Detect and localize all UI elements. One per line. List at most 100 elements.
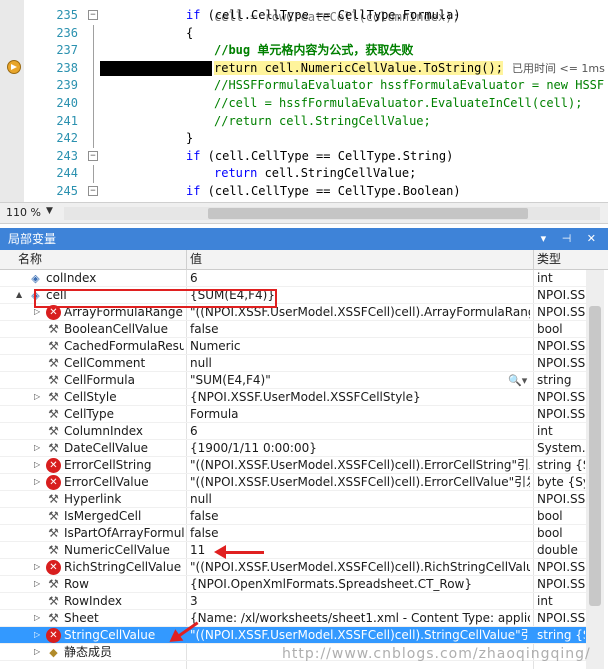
variable-value[interactable]: "((NPOI.XSSF.UserModel.XSSFCell)cell).Er… xyxy=(190,474,530,491)
variable-value[interactable]: null xyxy=(190,355,530,372)
expand-arrow-icon[interactable]: ▷ xyxy=(34,579,42,589)
variable-value[interactable]: "((NPOI.XSSF.UserModel.XSSFCell)cell).St… xyxy=(190,627,530,644)
watermark: http://www.cnblogs.com/zhaoqingqing/ xyxy=(282,646,591,662)
locals-row[interactable]: ▷ ✕ ErrorCellString "((NPOI.XSSF.UserModel.… xyxy=(0,457,586,474)
locals-row[interactable]: ▷ ⚒ CellStyle {NPOI.XSSF.UserModel.XSSFCell… xyxy=(0,389,586,406)
variable-value[interactable]: {NPOI.XSSF.UserModel.XSSFCellStyle} xyxy=(190,389,530,406)
code-line[interactable]: 243− if (cell.CellType == CellType.String… xyxy=(0,148,608,166)
zoom-level[interactable]: 110 % xyxy=(6,206,41,219)
variable-value[interactable]: Formula xyxy=(190,406,530,423)
variable-type: int xyxy=(537,424,553,438)
variable-value[interactable]: "SUM(E4,F4)" xyxy=(190,372,530,389)
variable-name: CellFormula xyxy=(64,373,135,387)
code-line[interactable]: 245− if (cell.CellType == CellType.Boolea… xyxy=(0,183,608,201)
locals-row[interactable]: ▷ ⚒ Sheet {Name: /xl/worksheets/sheet1.xml … xyxy=(0,610,586,627)
locals-titlebar[interactable]: 局部变量 ▾ ⊣ ✕ xyxy=(0,228,608,250)
locals-row[interactable]: ⚒ ColumnIndex 6 int xyxy=(0,423,586,440)
code-line[interactable]: 244 return cell.StringCellValue; xyxy=(0,165,608,184)
expand-arrow-icon[interactable]: ▷ xyxy=(34,562,42,572)
variable-value[interactable]: "((NPOI.XSSF.UserModel.XSSFCell)cell).Er… xyxy=(190,457,530,474)
text-visualizer-icon[interactable]: 🔍▾ xyxy=(508,372,527,389)
expand-arrow-icon[interactable]: ▷ xyxy=(34,613,42,623)
column-divider[interactable] xyxy=(186,250,187,270)
locals-row[interactable]: ▷ ✕ RichStringCellValue "((NPOI.XSSF.UserMo… xyxy=(0,559,586,576)
code-line[interactable]: 242} xyxy=(0,130,608,149)
expand-arrow-icon[interactable]: ▷ xyxy=(34,630,42,640)
variable-value[interactable]: 3 xyxy=(190,593,530,610)
locals-row[interactable]: ⚒ RowIndex 3 int xyxy=(0,593,586,610)
locals-column-header: 名称 值 类型 xyxy=(0,250,608,270)
outline-collapse-icon[interactable]: − xyxy=(88,186,98,196)
variable-value[interactable]: null xyxy=(190,491,530,508)
property-icon: ⚒ xyxy=(48,577,59,591)
locals-row[interactable]: ⚒ BooleanCellValue false bool xyxy=(0,321,586,338)
variable-name: CellStyle xyxy=(64,390,117,404)
expand-arrow-icon[interactable]: ▷ xyxy=(34,392,42,402)
window-buttons[interactable]: ▾ ⊣ ✕ xyxy=(541,228,602,250)
collapse-arrow-icon[interactable]: ▲ xyxy=(16,290,24,300)
locals-row[interactable]: ⚒ CellFormula "SUM(E4,F4)" 🔍▾ string xyxy=(0,372,586,389)
code-line[interactable]: 238 return cell.NumericCellValue.ToString… xyxy=(0,59,608,78)
variable-name: ErrorCellValue xyxy=(64,475,149,489)
zoom-dropdown-icon[interactable]: ▼ xyxy=(46,206,53,216)
variable-value[interactable]: {Name: /xl/worksheets/sheet1.xml - Conte… xyxy=(190,610,530,627)
column-header-type[interactable]: 类型 xyxy=(537,250,561,269)
property-icon: ⚒ xyxy=(48,322,59,336)
variable-value[interactable]: "((NPOI.XSSF.UserModel.XSSFCell)cell).Ri… xyxy=(190,559,530,576)
outline-collapse-icon[interactable]: − xyxy=(88,10,98,20)
expand-arrow-icon[interactable]: ▷ xyxy=(34,477,42,487)
variable-value[interactable]: false xyxy=(190,321,530,338)
code-line[interactable]: 237 //bug 单元格内容为公式，获取失败 xyxy=(0,42,608,61)
locals-row[interactable]: ◈ colIndex 6 int xyxy=(0,270,586,287)
locals-row[interactable]: ▷ ⚒ Row {NPOI.OpenXmlFormats.Spreadsheet.CT… xyxy=(0,576,586,593)
expand-arrow-icon[interactable]: ▷ xyxy=(34,647,42,657)
variable-name: colIndex xyxy=(46,271,97,285)
locals-row[interactable]: ▷ ✕ StringCellValue "((NPOI.XSSF.UserModel.… xyxy=(0,627,586,644)
horizontal-scroll-thumb[interactable] xyxy=(208,208,528,219)
variable-value[interactable]: 6 xyxy=(190,270,530,287)
code-line[interactable]: 236 { xyxy=(0,24,608,43)
expand-arrow-icon[interactable]: ▷ xyxy=(34,443,42,453)
column-header-value[interactable]: 值 xyxy=(190,250,202,269)
line-number: 239 xyxy=(56,78,78,93)
expand-arrow-icon[interactable]: ▷ xyxy=(34,307,42,317)
outline-guide xyxy=(93,165,94,184)
outline-guide xyxy=(93,112,94,131)
expand-arrow-icon[interactable]: ▷ xyxy=(34,460,42,470)
variable-value[interactable]: {1900/1/11 0:00:00} xyxy=(190,440,530,457)
locals-row[interactable]: ⚒ CellType Formula NPOI.SS. xyxy=(0,406,586,423)
vertical-scrollbar[interactable] xyxy=(586,270,604,669)
variable-type: bool xyxy=(537,322,563,336)
column-header-name[interactable]: 名称 xyxy=(18,250,42,269)
locals-row[interactable]: ▷ ⚒ DateCellValue {1900/1/11 0:00:00} System… xyxy=(0,440,586,457)
locals-row[interactable]: ⚒ NumericCellValue 11 double xyxy=(0,542,586,559)
locals-row[interactable]: ⚒ CellComment null NPOI.SS. xyxy=(0,355,586,372)
locals-row[interactable]: ⚒ Hyperlink null NPOI.SS. xyxy=(0,491,586,508)
variable-value[interactable]: 6 xyxy=(190,423,530,440)
outline-collapse-icon[interactable]: − xyxy=(88,150,98,161)
code-line[interactable]: 240 //cell = hssfFormulaEvaluator.Evaluat… xyxy=(0,95,608,113)
variable-name: IsPartOfArrayFormula xyxy=(64,526,184,540)
horizontal-scrollbar[interactable] xyxy=(64,207,600,220)
locals-row[interactable]: ⚒ IsMergedCell false bool xyxy=(0,508,586,525)
locals-row[interactable]: ⚒ CachedFormulaResult Numeric NPOI.SS. xyxy=(0,338,586,355)
locals-row[interactable]: ▷ ✕ ErrorCellValue "((NPOI.XSSF.UserModel.X… xyxy=(0,474,586,491)
outline-guide xyxy=(93,59,94,78)
variable-value[interactable]: false xyxy=(190,508,530,525)
locals-row[interactable]: ⚒ IsPartOfArrayFormula false bool xyxy=(0,525,586,542)
current-statement-arrow-icon[interactable] xyxy=(7,60,21,74)
line-number: 235 xyxy=(56,8,78,22)
code-line[interactable]: 241 //return cell.StringCellValue; xyxy=(0,112,608,131)
code-text: //bug 单元格内容为公式，获取失败 xyxy=(214,43,414,58)
variable-name: RichStringCellValue xyxy=(64,560,182,574)
variable-value[interactable]: false xyxy=(190,525,530,542)
column-divider[interactable] xyxy=(533,250,534,270)
variable-value[interactable]: Numeric xyxy=(190,338,530,355)
variable-name: DateCellValue xyxy=(64,441,149,455)
variable-value[interactable]: {NPOI.OpenXmlFormats.Spreadsheet.CT_Row} xyxy=(190,576,530,593)
code-line[interactable]: 239 //HSSFFormulaEvaluator hssfFormulaEva… xyxy=(0,77,608,96)
code-editor[interactable]: cell = rowCreateCell(columnIndex); 235− i… xyxy=(0,0,608,202)
property-icon: ⚒ xyxy=(48,543,59,557)
code-line[interactable]: 235− if (cell.CellType == CellType.Formul… xyxy=(0,7,608,25)
vertical-scroll-thumb[interactable] xyxy=(589,306,601,606)
